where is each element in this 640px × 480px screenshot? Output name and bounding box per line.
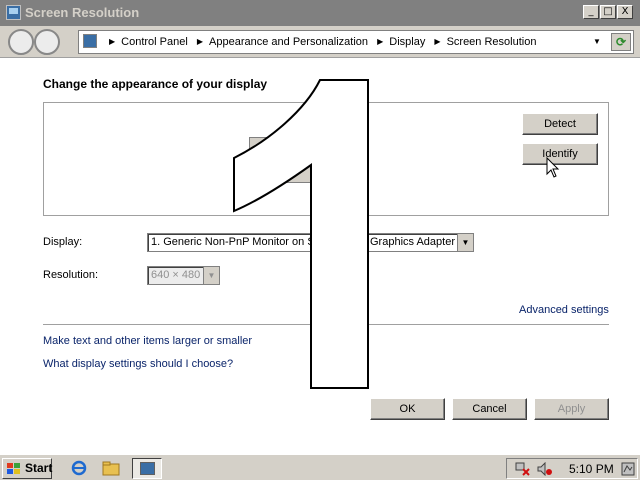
- action-center-icon[interactable]: [621, 462, 635, 476]
- taskbar: Start 5:10 PM: [0, 454, 640, 480]
- detect-button[interactable]: Detect: [522, 113, 598, 135]
- page-title: Change the appearance of your display: [43, 77, 268, 91]
- ie-icon[interactable]: [70, 460, 88, 476]
- ok-button[interactable]: OK: [370, 398, 445, 420]
- identify-button[interactable]: Identify: [522, 143, 598, 165]
- clock[interactable]: 5:10 PM: [569, 462, 614, 476]
- breadcrumb-control-panel[interactable]: Control Panel: [121, 36, 188, 48]
- chevron-down-icon[interactable]: ▼: [203, 267, 219, 284]
- breadcrumb-separator[interactable]: ▶: [197, 37, 203, 46]
- title-bar[interactable]: Screen Resolution _ □ X: [0, 0, 640, 26]
- taskbar-button-display-settings[interactable]: [132, 458, 162, 479]
- address-history-dropdown-icon[interactable]: ▼: [593, 37, 601, 46]
- windows-flag-icon: [7, 463, 20, 474]
- refresh-icon[interactable]: ⟳: [611, 33, 631, 51]
- breadcrumb-appearance[interactable]: Appearance and Personalization: [209, 36, 368, 48]
- display-select-value-tail: Graphics Adapter: [370, 236, 455, 248]
- breadcrumb-separator[interactable]: ▶: [109, 37, 115, 46]
- advanced-settings-link[interactable]: Advanced settings: [519, 304, 609, 316]
- close-button[interactable]: X: [617, 5, 633, 19]
- text-size-link[interactable]: Make text and other items larger or smal…: [43, 335, 252, 347]
- display-select[interactable]: 1. Generic Non-PnP Monitor on St Graphic…: [147, 233, 474, 252]
- monitor-thumbnail[interactable]: [249, 137, 313, 183]
- display-label: Display:: [43, 236, 83, 248]
- navigation-bar: ▶ Control Panel ▶ Appearance and Personali…: [0, 26, 640, 58]
- cancel-button[interactable]: Cancel: [452, 398, 527, 420]
- display-select-value: 1. Generic Non-PnP Monitor on St: [151, 236, 318, 248]
- address-bar[interactable]: ▶ Control Panel ▶ Appearance and Personali…: [78, 30, 634, 54]
- breadcrumb-display[interactable]: Display: [389, 36, 425, 48]
- mouse-cursor-icon: [546, 157, 560, 178]
- start-label: Start: [25, 461, 53, 475]
- control-panel-icon: [83, 34, 97, 48]
- explorer-icon[interactable]: [102, 460, 120, 476]
- resolution-select-value: 640 × 480: [151, 269, 201, 281]
- resolution-select[interactable]: 640 × 480 ▼: [147, 266, 220, 285]
- breadcrumb-screen-resolution[interactable]: Screen Resolution: [447, 36, 537, 48]
- display-settings-icon: [140, 462, 155, 475]
- apply-button[interactable]: Apply: [534, 398, 609, 420]
- breadcrumb-separator[interactable]: ▶: [434, 37, 440, 46]
- start-button[interactable]: Start: [2, 458, 52, 479]
- maximize-button[interactable]: □: [600, 5, 616, 19]
- chevron-down-icon[interactable]: ▼: [457, 234, 473, 251]
- window-title: Screen Resolution: [25, 5, 140, 20]
- system-tray: 5:10 PM: [506, 458, 638, 479]
- display-settings-help-link[interactable]: What display settings should I choose?: [43, 358, 233, 370]
- breadcrumb: ▶ Control Panel ▶ Appearance and Personali…: [103, 36, 536, 48]
- forward-button[interactable]: [34, 29, 60, 55]
- divider: [43, 324, 609, 325]
- volume-muted-icon[interactable]: [537, 462, 553, 476]
- minimize-button[interactable]: _: [583, 5, 599, 19]
- breadcrumb-separator[interactable]: ▶: [377, 37, 383, 46]
- back-button[interactable]: [8, 29, 34, 55]
- display-settings-icon: [6, 5, 21, 20]
- network-disconnected-icon[interactable]: [515, 462, 531, 476]
- resolution-label: Resolution:: [43, 269, 99, 281]
